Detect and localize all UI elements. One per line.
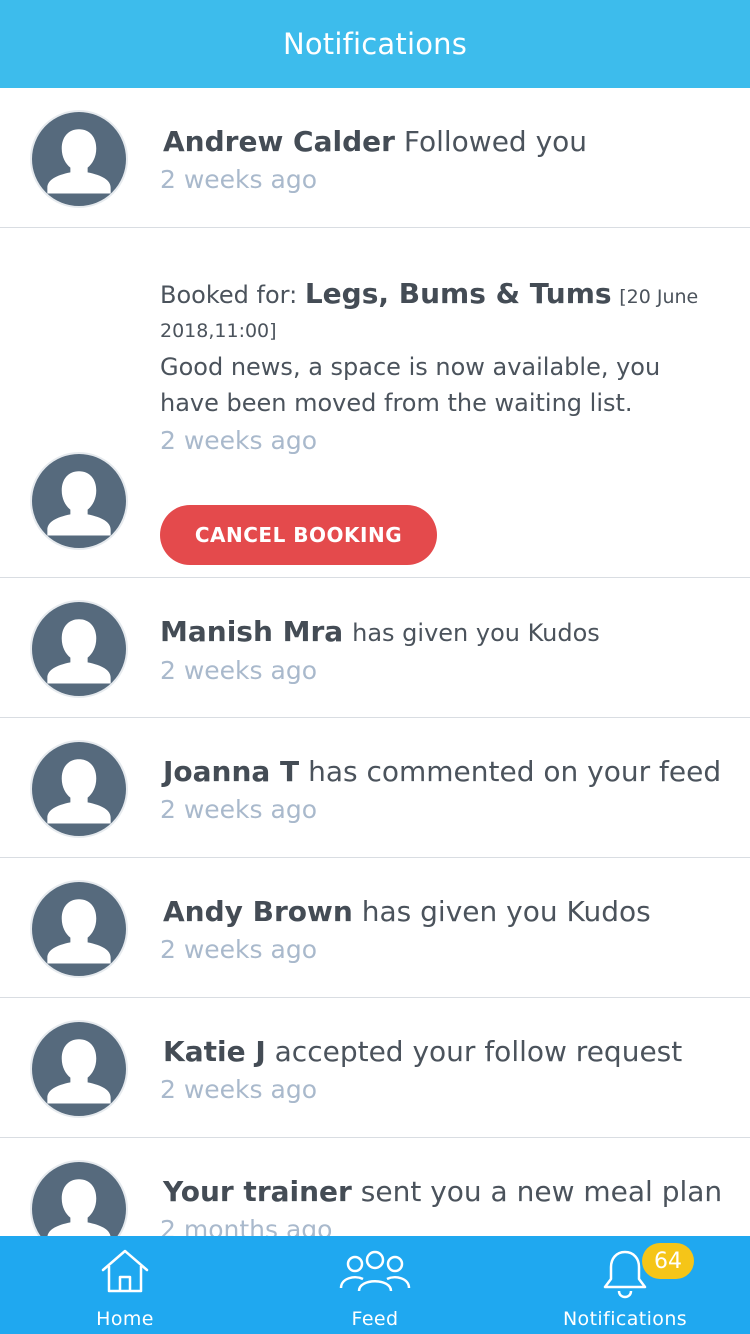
- avatar[interactable]: [30, 740, 128, 838]
- notification-item[interactable]: Joanna T has commented on your feed 2 we…: [0, 718, 750, 858]
- avatar[interactable]: [30, 1020, 128, 1118]
- notification-user-name[interactable]: Manish Mra: [160, 615, 343, 648]
- notification-action: has given you Kudos: [361, 895, 651, 928]
- notification-action: accepted your follow request: [274, 1035, 683, 1068]
- booking-message: Good news, a space is now available, you…: [160, 353, 661, 417]
- user-placeholder-icon: [47, 899, 111, 964]
- user-placeholder-icon: [47, 129, 111, 194]
- user-placeholder-icon: [47, 1179, 111, 1236]
- tab-feed[interactable]: Feed: [250, 1236, 500, 1334]
- notification-time: 2 weeks ago: [160, 426, 317, 455]
- page-title: Notifications: [282, 27, 468, 61]
- top-bar: Notifications: [0, 0, 750, 88]
- tab-home-label: Home: [96, 1308, 154, 1330]
- notification-time: 2 months ago: [160, 1215, 333, 1236]
- notification-time: 2 weeks ago: [160, 656, 317, 685]
- user-placeholder-icon: [47, 1039, 111, 1104]
- notification-user-name[interactable]: Your trainer: [163, 1175, 352, 1208]
- notification-user-name[interactable]: Joanna T: [163, 755, 299, 788]
- notification-user-name[interactable]: Katie J: [163, 1035, 266, 1068]
- avatar[interactable]: [30, 600, 128, 698]
- avatar[interactable]: [30, 110, 128, 208]
- notification-action: sent you a new meal plan: [360, 1175, 723, 1208]
- bottom-tab-bar: Home Feed 64 Notifications: [0, 1236, 750, 1334]
- notification-time: 2 weeks ago: [160, 795, 317, 824]
- user-placeholder-icon: [47, 619, 111, 684]
- notification-count-badge: 64: [642, 1243, 694, 1279]
- booking-class-name: Legs, Bums & Tums: [304, 277, 612, 310]
- notification-list[interactable]: Andrew Calder Followed you 2 weeks ago B…: [0, 88, 750, 1236]
- tab-home[interactable]: Home: [0, 1236, 250, 1334]
- avatar[interactable]: [30, 452, 128, 550]
- tab-feed-label: Feed: [351, 1308, 399, 1330]
- notification-time: 2 weeks ago: [160, 165, 317, 194]
- notification-time: 2 weeks ago: [160, 1075, 317, 1104]
- avatar[interactable]: [30, 880, 128, 978]
- cancel-booking-button[interactable]: CANCEL BOOKING: [160, 505, 437, 565]
- notification-item[interactable]: Katie J accepted your follow request 2 w…: [0, 998, 750, 1138]
- tab-notifications[interactable]: 64 Notifications: [500, 1236, 750, 1334]
- people-group-icon: [339, 1250, 411, 1292]
- notification-action: has given you Kudos: [352, 619, 600, 647]
- notification-item[interactable]: Manish Mra has given you Kudos 2 weeks a…: [0, 578, 750, 718]
- notification-item[interactable]: Your trainer sent you a new meal plan 2 …: [0, 1138, 750, 1236]
- notification-item[interactable]: Andy Brown has given you Kudos 2 weeks a…: [0, 858, 750, 998]
- user-placeholder-icon: [47, 471, 111, 536]
- home-icon: [101, 1249, 149, 1293]
- booking-notification[interactable]: Booked for: Legs, Bums & Tums [20 June 2…: [0, 228, 750, 578]
- notification-user-name[interactable]: Andrew Calder: [163, 125, 395, 158]
- notification-action: has commented on your feed: [308, 755, 722, 788]
- booking-prefix: Booked for:: [160, 281, 298, 309]
- notification-time: 2 weeks ago: [160, 935, 317, 964]
- notification-item[interactable]: Andrew Calder Followed you 2 weeks ago: [0, 88, 750, 228]
- tab-notifications-label: Notifications: [562, 1308, 688, 1330]
- avatar[interactable]: [30, 1160, 128, 1236]
- notification-user-name[interactable]: Andy Brown: [163, 895, 353, 928]
- user-placeholder-icon: [47, 759, 111, 824]
- notification-action: Followed you: [403, 125, 588, 158]
